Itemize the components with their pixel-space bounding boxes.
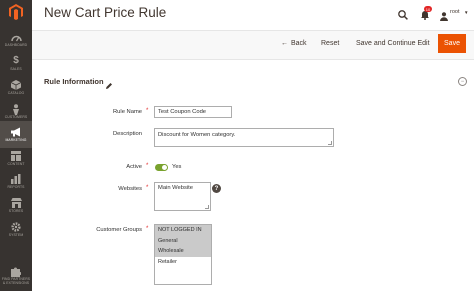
collapse-icon[interactable]: − bbox=[458, 77, 467, 86]
sidebar-item-label: MARKETING bbox=[5, 137, 27, 142]
dashboard-icon bbox=[10, 32, 22, 43]
megaphone-icon bbox=[10, 127, 22, 138]
resize-handle[interactable] bbox=[205, 205, 209, 209]
sidebar-item-label: STORES bbox=[8, 208, 24, 213]
admin-sidebar: DASHBOARD $ SALES CATALOG CUSTOMERS MARK… bbox=[0, 0, 32, 291]
save-and-continue-button[interactable]: Save and Continue Edit bbox=[356, 40, 430, 47]
sidebar-item-label: CATALOG bbox=[7, 90, 25, 95]
customer-group-option-not-logged-in[interactable]: NOT LOGGED IN bbox=[155, 225, 211, 236]
toggle-knob bbox=[162, 165, 167, 170]
sidebar-item-stores[interactable]: STORES bbox=[0, 192, 32, 219]
required-marker: * bbox=[146, 226, 149, 232]
resize-handle[interactable] bbox=[328, 141, 332, 145]
search-icon[interactable] bbox=[398, 7, 408, 20]
cube-icon bbox=[10, 80, 22, 91]
active-label: Active bbox=[126, 164, 142, 170]
arrow-left-icon: ← bbox=[281, 40, 288, 47]
sidebar-item-sales[interactable]: $ SALES bbox=[0, 50, 32, 77]
chevron-down-icon[interactable]: ▼ bbox=[464, 10, 468, 15]
websites-multiselect[interactable]: Main Website bbox=[154, 182, 211, 211]
description-label: Description bbox=[113, 131, 142, 137]
customer-groups-multiselect[interactable]: NOT LOGGED IN General Wholesale Retailer bbox=[154, 224, 212, 285]
user-icon[interactable] bbox=[440, 8, 448, 21]
active-toggle-value: Yes bbox=[172, 164, 182, 170]
description-textarea[interactable]: Discount for Women category. bbox=[154, 128, 334, 147]
active-toggle[interactable] bbox=[155, 164, 168, 171]
sidebar-item-marketing[interactable]: MARKETING bbox=[0, 121, 32, 148]
sidebar-item-label: REPORTS bbox=[7, 184, 25, 189]
required-marker: * bbox=[146, 163, 149, 169]
sidebar-item-catalog[interactable]: CATALOG bbox=[0, 74, 32, 101]
puzzle-icon bbox=[10, 266, 22, 277]
rule-name-input[interactable] bbox=[154, 106, 232, 118]
customer-group-option-general[interactable]: General bbox=[155, 235, 211, 246]
storefront-icon bbox=[10, 198, 22, 209]
back-button-label: Back bbox=[291, 40, 307, 47]
sidebar-item-label: SYSTEM bbox=[8, 232, 24, 237]
sidebar-item-label: CONTENT bbox=[7, 161, 25, 166]
sidebar-item-label: CUSTOMERS bbox=[4, 114, 28, 119]
sidebar-item-reports[interactable]: REPORTS bbox=[0, 168, 32, 195]
help-icon[interactable]: ? bbox=[212, 184, 221, 193]
pencil-icon bbox=[105, 77, 113, 89]
description-value: Discount for Women category. bbox=[158, 132, 236, 138]
required-marker: * bbox=[146, 185, 149, 191]
sidebar-item-label: SALES bbox=[10, 66, 22, 71]
page-title: New Cart Price Rule bbox=[44, 5, 167, 20]
rule-name-label: Rule Name bbox=[113, 109, 142, 115]
dollar-icon: $ bbox=[13, 55, 19, 67]
customer-groups-label: Customer Groups bbox=[96, 227, 142, 233]
required-marker: * bbox=[146, 108, 149, 114]
gear-icon bbox=[10, 222, 22, 233]
sidebar-item-label: FIND PARTNERS & EXTENSIONS bbox=[1, 277, 31, 285]
app-root: DASHBOARD $ SALES CATALOG CUSTOMERS MARK… bbox=[0, 0, 474, 291]
magento-logo-icon[interactable] bbox=[0, 0, 32, 24]
customer-group-option-wholesale[interactable]: Wholesale bbox=[155, 246, 211, 257]
websites-label: Websites bbox=[118, 186, 142, 192]
customer-group-option-retailer[interactable]: Retailer bbox=[155, 257, 211, 268]
sidebar-item-dashboard[interactable]: DASHBOARD bbox=[0, 26, 32, 53]
sidebar-item-partners[interactable]: FIND PARTNERS & EXTENSIONS bbox=[0, 262, 32, 290]
back-button[interactable]: ← Back bbox=[281, 40, 307, 47]
section-title: Rule Information bbox=[44, 77, 104, 86]
sidebar-item-system[interactable]: SYSTEM bbox=[0, 216, 32, 243]
sidebar-item-label: DASHBOARD bbox=[4, 42, 28, 47]
websites-option[interactable]: Main Website bbox=[158, 185, 193, 191]
person-icon bbox=[10, 103, 22, 115]
save-button[interactable]: Save bbox=[438, 34, 466, 53]
reset-button[interactable]: Reset bbox=[321, 40, 339, 47]
layout-icon bbox=[10, 151, 22, 162]
bar-chart-icon bbox=[10, 174, 22, 185]
notification-badge: 10 bbox=[424, 6, 432, 12]
user-name[interactable]: root bbox=[450, 9, 459, 15]
